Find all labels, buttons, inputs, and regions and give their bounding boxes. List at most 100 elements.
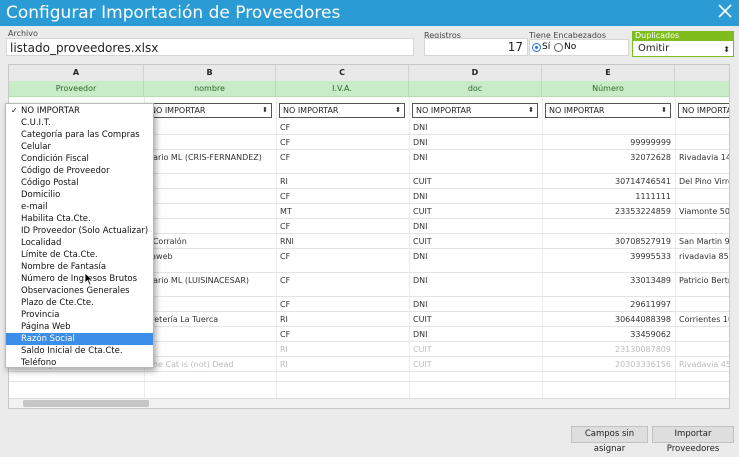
- table-cell: Rivadavia 141: [679, 153, 729, 162]
- dropdown-option[interactable]: Saldo Inicial de Cta.Cte.: [6, 345, 153, 357]
- radio-no[interactable]: [554, 43, 563, 52]
- horizontal-scrollbar[interactable]: [9, 398, 729, 408]
- dropdown-option[interactable]: Categoría para las Compras: [6, 129, 153, 141]
- dropdown-option[interactable]: e-mail: [6, 201, 153, 213]
- table-cell: CF: [280, 300, 291, 309]
- dropdown-option[interactable]: Nombre de Fantasía: [6, 261, 153, 273]
- table-cell: 30708527919: [615, 237, 671, 246]
- radio-si[interactable]: [532, 43, 541, 52]
- table-cell: The Cat is (not) Dead: [148, 360, 234, 369]
- table-cell: DNI: [413, 330, 428, 339]
- dropdown-option-label: Saldo Inicial de Cta.Cte.: [21, 346, 123, 356]
- dropdown-option-label: Límite de Cta.Cte.: [21, 250, 98, 260]
- close-icon[interactable]: [717, 2, 733, 20]
- table-cell: 33459062: [630, 330, 671, 339]
- dropdown-option-label: Celular: [21, 142, 51, 152]
- table-cell: CUIT: [413, 237, 432, 246]
- column-letter-b: B: [144, 65, 276, 81]
- duplicados-value: Omitir: [638, 43, 670, 54]
- table-cell: rivadavia 856: [679, 252, 730, 261]
- table-cell: 1111111: [635, 192, 671, 201]
- dropdown-option-label: Categoría para las Compras: [21, 130, 140, 140]
- dropdown-option-label: e-mail: [21, 202, 48, 212]
- dropdown-option[interactable]: ✓ NO IMPORTAR: [6, 105, 153, 117]
- select-arrows-icon: ⬍: [661, 106, 667, 114]
- dropdown-option-label: Nombre de Fantasía: [21, 262, 107, 272]
- dropdown-option-label: Provincia: [21, 310, 60, 320]
- mouse-cursor-icon: [84, 272, 94, 286]
- table-cell: 39995533: [630, 252, 671, 261]
- mapping-value-b: NO IMPORTAR: [150, 106, 206, 115]
- window-title: Configurar Importación de Proveedores: [6, 3, 341, 23]
- registros-field: 17: [424, 38, 528, 56]
- select-arrows-icon: ⬍: [723, 45, 730, 54]
- dropdown-option[interactable]: Habilita Cta.Cte.: [6, 213, 153, 225]
- mapping-select-e[interactable]: NO IMPORTAR ⬍: [545, 103, 671, 118]
- dropdown-option-label: C.U.I.T.: [21, 118, 51, 128]
- mapping-select-c[interactable]: NO IMPORTAR ⬍: [279, 103, 405, 118]
- column-letter-c: C: [276, 65, 409, 81]
- column-name-e: Número: [542, 81, 675, 97]
- dropdown-option[interactable]: Observaciones Generales: [6, 285, 153, 297]
- table-cell: CF: [280, 330, 291, 339]
- dropdown-option-label: Habilita Cta.Cte.: [21, 214, 91, 224]
- dropdown-option-label: Página Web: [21, 322, 71, 332]
- radio-no-label: No: [564, 42, 577, 52]
- column-letter-a: A: [9, 65, 144, 81]
- dropdown-option[interactable]: Código Postal: [6, 177, 153, 189]
- dropdown-option-label: Domicilio: [21, 190, 61, 200]
- mapping-select-d[interactable]: NO IMPORTAR ⬍: [412, 103, 538, 118]
- mapping-dropdown-list: ✓ NO IMPORTAR C.U.I.T. Categoría para las C…: [5, 103, 154, 368]
- table-cell: 30644088398: [615, 315, 671, 324]
- file-field[interactable]: listado_proveedores.xlsx: [6, 38, 414, 56]
- dropdown-option[interactable]: Número de Ingresos Brutos: [6, 273, 153, 285]
- radio-si-label: Sí: [542, 42, 551, 52]
- table-cell: DNI: [413, 138, 428, 147]
- dropdown-option[interactable]: Teléfono: [6, 357, 153, 369]
- column-letter-d: D: [409, 65, 542, 81]
- table-cell: DNI: [413, 222, 428, 231]
- dropdown-option[interactable]: Domicilio: [6, 189, 153, 201]
- dropdown-option[interactable]: Código de Proveedor: [6, 165, 153, 177]
- mapping-select-b[interactable]: NO IMPORTAR ⬍: [146, 103, 272, 118]
- table-cell: RI: [280, 177, 288, 186]
- table-cell: l Corralón: [148, 237, 187, 246]
- mapping-value-d: NO IMPORTAR: [416, 106, 472, 115]
- dropdown-option[interactable]: Celular: [6, 141, 153, 153]
- dropdown-option-label: Plazo de Cte.Cte.: [21, 298, 94, 308]
- dropdown-option[interactable]: Localidad: [6, 237, 153, 249]
- table-cell: uario ML (CRIS-FERNANDEZ): [148, 153, 262, 162]
- scrollbar-thumb[interactable]: [23, 400, 149, 407]
- dropdown-option-label: Código de Proveedor: [21, 166, 110, 176]
- table-cell: CUIT: [413, 315, 432, 324]
- dropdown-option-label: Observaciones Generales: [21, 286, 130, 296]
- duplicados-select[interactable]: Omitir ⬍: [632, 40, 734, 57]
- dropdown-option-label: Condición Fiscal: [21, 154, 89, 164]
- mapping-select-f[interactable]: NO IMPORTAR: [678, 103, 729, 118]
- dropdown-option[interactable]: Página Web: [6, 321, 153, 333]
- dropdown-option-label: NO IMPORTAR: [21, 106, 80, 116]
- table-cell: 99999999: [630, 138, 671, 147]
- column-name-f: [675, 81, 729, 97]
- dropdown-option[interactable]: C.U.I.T.: [6, 117, 153, 129]
- table-cell: CF: [280, 123, 291, 132]
- table-cell: Patricio Bertra: [679, 276, 729, 285]
- table-cell: 30714746541: [615, 177, 671, 186]
- select-arrows-icon: ⬍: [395, 106, 401, 114]
- dropdown-option[interactable]: Plazo de Cte.Cte.: [6, 297, 153, 309]
- dropdown-option[interactable]: Provincia: [6, 309, 153, 321]
- dropdown-option[interactable]: Razón Social: [6, 333, 153, 345]
- checkmark-icon: ✓: [11, 106, 18, 115]
- table-cell: DNI: [413, 192, 428, 201]
- table-cell: DNI: [413, 300, 428, 309]
- importar-proveedores-button[interactable]: Importar Proveedores: [652, 426, 734, 454]
- table-cell: CF: [280, 252, 291, 261]
- dropdown-option[interactable]: Condición Fiscal: [6, 153, 153, 165]
- dropdown-option[interactable]: ID Proveedor (Solo Actualizar): [6, 225, 153, 237]
- table-cell: RI: [280, 345, 288, 354]
- dropdown-option[interactable]: Límite de Cta.Cte.: [6, 249, 153, 261]
- select-arrows-icon: ⬍: [262, 106, 268, 114]
- campos-sin-asignar-button[interactable]: Campos sin asignar: [571, 426, 648, 454]
- table-cell: Rivadavia 456: [679, 360, 729, 369]
- table-cell: DNI: [413, 252, 428, 261]
